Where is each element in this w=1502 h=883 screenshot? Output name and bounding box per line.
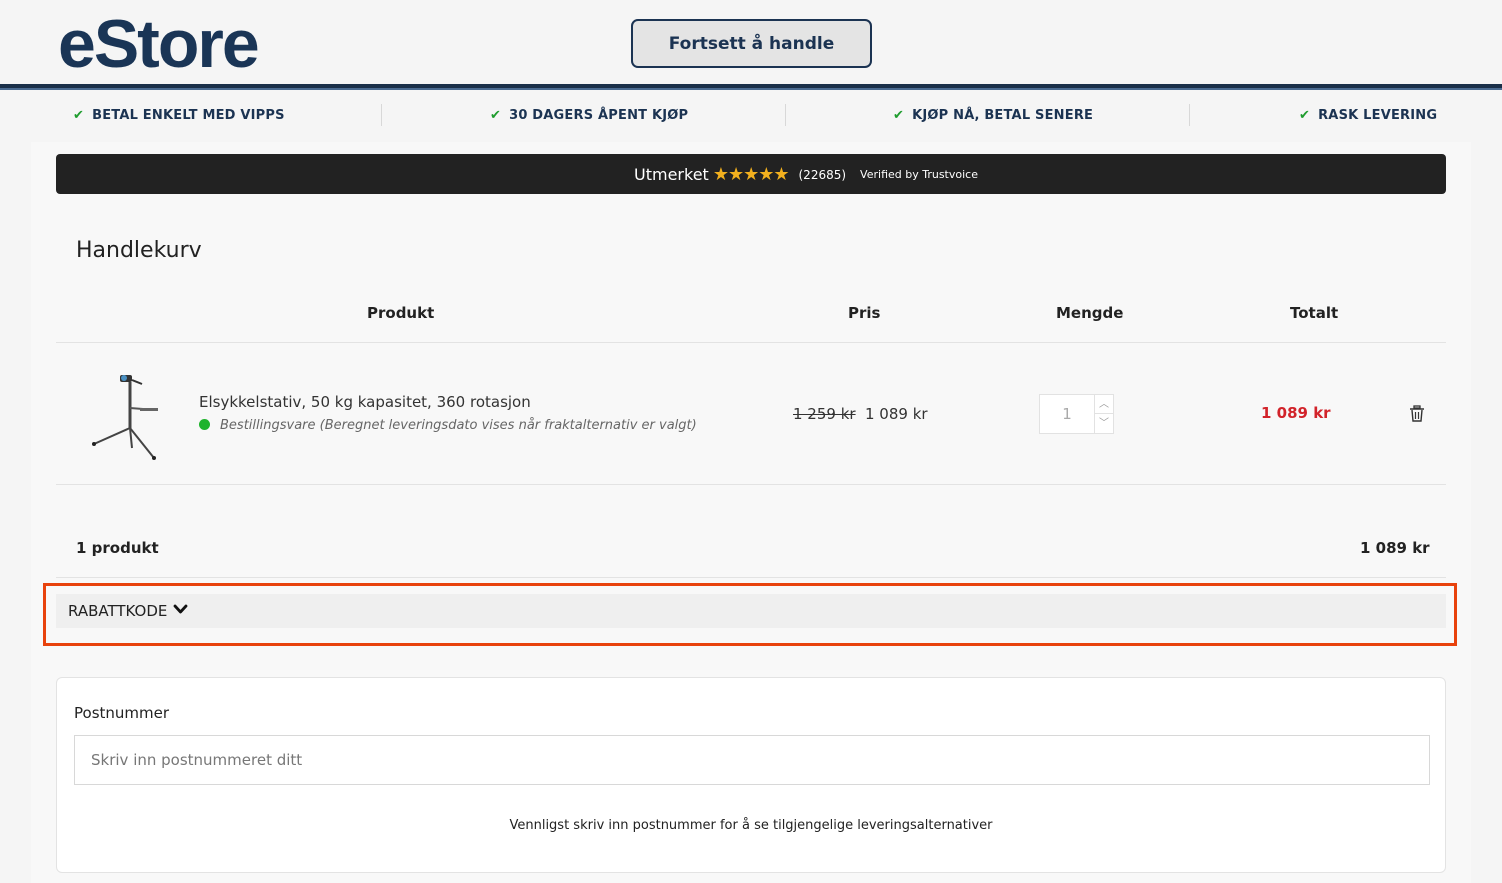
subtotal: 1 089 kr	[1360, 539, 1430, 557]
site-header: eStore Fortsett å handle	[0, 0, 1502, 86]
trust-rating: Utmerket ★★★★★ (22685) Verified by Trust…	[634, 164, 978, 185]
store-logo[interactable]: eStore	[58, 6, 260, 82]
postal-code-label: Postnummer	[74, 704, 170, 722]
column-header-quantity: Mengde	[1056, 304, 1124, 322]
usp-separator	[1189, 104, 1190, 126]
usp-label: KJØP NÅ, BETAL SENERE	[912, 108, 1094, 123]
usp-item-vipps: ✔ BETAL ENKELT MED VIPPS	[73, 108, 285, 123]
chevron-down-icon	[173, 604, 188, 614]
quantity-stepper[interactable]: 1 ︿ ﹀	[1039, 394, 1114, 434]
usp-item-pay-later: ✔ KJØP NÅ, BETAL SENERE	[893, 108, 1093, 123]
summary-divider	[56, 577, 1446, 578]
verified-text: Verified by Trustvoice	[860, 168, 978, 181]
check-icon: ✔	[893, 108, 905, 123]
shipping-card: Postnummer Vennligst skriv inn postnumme…	[56, 677, 1446, 873]
continue-shopping-button[interactable]: Fortsett å handle	[631, 19, 872, 68]
discount-code-toggle[interactable]: RABATTKODE	[56, 594, 1446, 628]
check-icon: ✔	[73, 108, 85, 123]
product-count: 1 produkt	[76, 539, 159, 557]
usp-label: BETAL ENKELT MED VIPPS	[92, 108, 285, 123]
stock-status-text: Bestillingsvare (Beregnet leveringsdato …	[220, 418, 697, 433]
header-divider	[0, 84, 1502, 90]
trust-bar[interactable]: Utmerket ★★★★★ (22685) Verified by Trust…	[56, 154, 1446, 194]
quantity-increase-button[interactable]: ︿	[1094, 395, 1113, 414]
product-name-link[interactable]: Elsykkelstativ, 50 kg kapasitet, 360 rot…	[199, 393, 531, 411]
usp-item-open-purchase: ✔ 30 DAGERS ÅPENT KJØP	[490, 108, 688, 123]
usp-label: 30 DAGERS ÅPENT KJØP	[509, 108, 689, 123]
discount-label: RABATTKODE	[68, 602, 168, 620]
usp-separator	[785, 104, 786, 126]
sale-price: 1 089 kr	[865, 405, 928, 423]
column-header-price: Pris	[848, 304, 881, 322]
trash-icon[interactable]	[1409, 405, 1425, 423]
product-thumbnail[interactable]	[86, 368, 166, 463]
review-count: (22685)	[798, 167, 847, 182]
usp-item-fast-delivery: ✔ RASK LEVERING	[1299, 108, 1437, 123]
postal-code-hint: Vennligst skriv inn postnummer for å se …	[509, 818, 993, 833]
usp-separator	[381, 104, 382, 126]
usp-bar: ✔ BETAL ENKELT MED VIPPS ✔ 30 DAGERS ÅPENT…	[0, 92, 1502, 142]
stock-status: Bestillingsvare (Beregnet leveringsdato …	[199, 418, 697, 433]
quantity-decrease-button[interactable]: ﹀	[1094, 414, 1113, 433]
postal-code-input[interactable]	[74, 735, 1430, 785]
original-price: 1 259 kr	[793, 405, 856, 423]
line-total: 1 089 kr	[1261, 404, 1331, 422]
table-divider	[56, 342, 1446, 343]
trust-label: Utmerket	[634, 165, 709, 184]
check-icon: ✔	[1299, 108, 1311, 123]
usp-label: RASK LEVERING	[1318, 108, 1438, 123]
check-icon: ✔	[490, 108, 502, 123]
star-icon: ★★★★★	[712, 164, 790, 185]
status-dot-icon	[199, 419, 210, 430]
page-title: Handlekurv	[76, 238, 202, 263]
column-header-total: Totalt	[1290, 304, 1339, 322]
column-header-product: Produkt	[367, 304, 435, 322]
quantity-input[interactable]: 1	[1040, 395, 1094, 433]
table-divider	[56, 484, 1446, 485]
